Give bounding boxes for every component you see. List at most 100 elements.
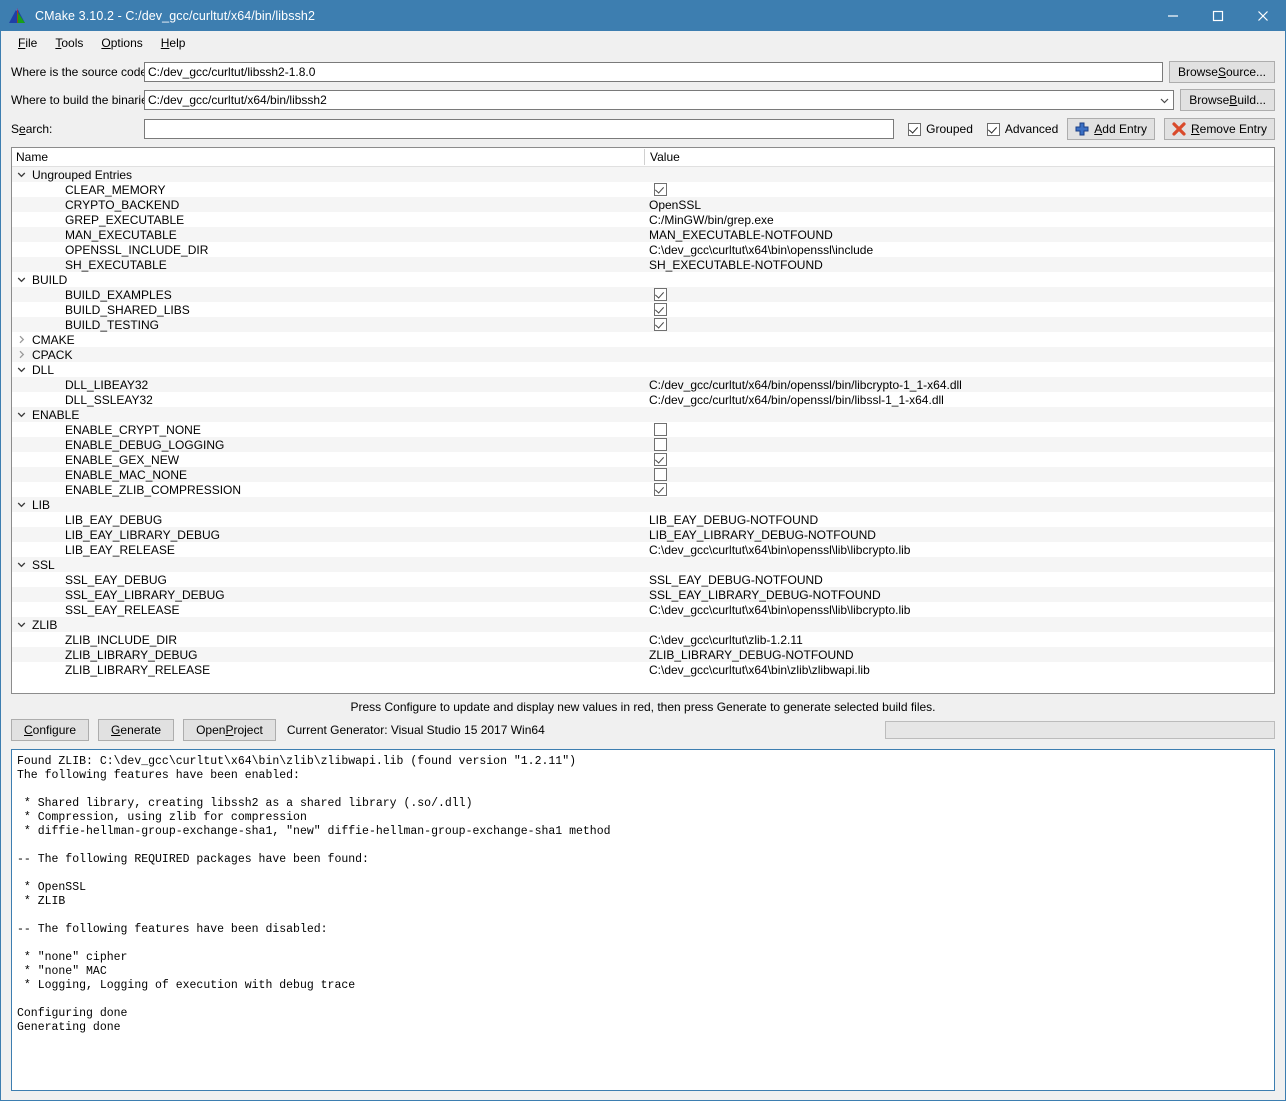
table-group-row[interactable]: ZLIB: [12, 617, 1274, 632]
cell-name[interactable]: ENABLE: [12, 407, 644, 422]
value-checkbox[interactable]: [654, 453, 667, 466]
cell-name[interactable]: Ungrouped Entries: [12, 167, 644, 182]
cell-name[interactable]: SSL: [12, 557, 644, 572]
table-group-row[interactable]: BUILD: [12, 272, 1274, 287]
table-row[interactable]: LIB_EAY_LIBRARY_DEBUG LIB_EAY_LIBRARY_DEB…: [12, 527, 1274, 542]
chevron-down-icon[interactable]: [12, 407, 30, 422]
search-input[interactable]: [144, 119, 895, 139]
cell-name[interactable]: ENABLE_MAC_NONE: [12, 468, 644, 482]
cell-value[interactable]: SH_EXECUTABLE-NOTFOUND: [644, 258, 1274, 272]
table-row[interactable]: LIB_EAY_RELEASE C:\dev_gcc\curltut\x64\bi…: [12, 542, 1274, 557]
cell-name[interactable]: SSL_EAY_LIBRARY_DEBUG: [12, 588, 644, 602]
table-row[interactable]: SH_EXECUTABLE SH_EXECUTABLE-NOTFOUND: [12, 257, 1274, 272]
minimize-icon[interactable]: [1150, 1, 1195, 31]
cell-name[interactable]: ENABLE_GEX_NEW: [12, 453, 644, 467]
column-header-name[interactable]: Name: [12, 150, 644, 164]
cache-table[interactable]: Name Value Ungrouped Entries CLEAR_MEMORY…: [11, 147, 1275, 694]
value-checkbox[interactable]: [654, 288, 667, 301]
table-row[interactable]: ENABLE_MAC_NONE: [12, 467, 1274, 482]
cell-value[interactable]: C:\dev_gcc\curltut\x64\bin\openssl\lib\l…: [644, 543, 1274, 557]
cell-name[interactable]: ZLIB: [12, 617, 644, 632]
cell-value[interactable]: MAN_EXECUTABLE-NOTFOUND: [644, 228, 1274, 242]
cell-name[interactable]: DLL_LIBEAY32: [12, 378, 644, 392]
open-project-button[interactable]: Open Project: [183, 719, 276, 741]
chevron-down-icon[interactable]: [12, 167, 30, 182]
grouped-checkbox-wrap[interactable]: Grouped: [908, 122, 973, 136]
cell-name[interactable]: BUILD_EXAMPLES: [12, 288, 644, 302]
table-row[interactable]: CRYPTO_BACKEND OpenSSL: [12, 197, 1274, 212]
table-row[interactable]: ENABLE_ZLIB_COMPRESSION: [12, 482, 1274, 497]
table-group-row[interactable]: CPACK: [12, 347, 1274, 362]
chevron-down-icon[interactable]: [12, 557, 30, 572]
cell-name[interactable]: CRYPTO_BACKEND: [12, 198, 644, 212]
cell-name[interactable]: MAN_EXECUTABLE: [12, 228, 644, 242]
cell-value[interactable]: C:\dev_gcc\curltut\x64\bin\openssl\inclu…: [644, 243, 1274, 257]
advanced-checkbox-wrap[interactable]: Advanced: [986, 122, 1058, 136]
cell-name[interactable]: ENABLE_ZLIB_COMPRESSION: [12, 483, 644, 497]
cell-value[interactable]: [644, 438, 1274, 451]
value-checkbox[interactable]: [654, 423, 667, 436]
table-row[interactable]: ENABLE_GEX_NEW: [12, 452, 1274, 467]
table-row[interactable]: ZLIB_INCLUDE_DIR C:\dev_gcc\curltut\zlib-…: [12, 632, 1274, 647]
table-group-row[interactable]: LIB: [12, 497, 1274, 512]
cell-value[interactable]: [644, 423, 1274, 436]
cell-value[interactable]: C:\dev_gcc\curltut\zlib-1.2.11: [644, 633, 1274, 647]
cell-value[interactable]: [644, 183, 1274, 196]
cell-name[interactable]: CLEAR_MEMORY: [12, 183, 644, 197]
cell-name[interactable]: DLL_SSLEAY32: [12, 393, 644, 407]
table-row[interactable]: BUILD_EXAMPLES: [12, 287, 1274, 302]
browse-build-button[interactable]: Browse Build...: [1180, 89, 1275, 111]
chevron-down-icon[interactable]: [12, 497, 30, 512]
value-checkbox[interactable]: [654, 468, 667, 481]
maximize-icon[interactable]: [1195, 1, 1240, 31]
table-row[interactable]: OPENSSL_INCLUDE_DIR C:\dev_gcc\curltut\x6…: [12, 242, 1274, 257]
table-row[interactable]: BUILD_TESTING: [12, 317, 1274, 332]
cell-value[interactable]: LIB_EAY_DEBUG-NOTFOUND: [644, 513, 1274, 527]
cell-value[interactable]: [644, 288, 1274, 301]
table-row[interactable]: ZLIB_LIBRARY_DEBUG ZLIB_LIBRARY_DEBUG-NOT…: [12, 647, 1274, 662]
cell-name[interactable]: SSL_EAY_DEBUG: [12, 573, 644, 587]
table-row[interactable]: ZLIB_LIBRARY_RELEASE C:\dev_gcc\curltut\x…: [12, 662, 1274, 677]
table-group-row[interactable]: CMAKE: [12, 332, 1274, 347]
cell-value[interactable]: OpenSSL: [644, 198, 1274, 212]
table-row[interactable]: ENABLE_CRYPT_NONE: [12, 422, 1274, 437]
cell-name[interactable]: BUILD_TESTING: [12, 318, 644, 332]
value-checkbox[interactable]: [654, 438, 667, 451]
cell-value[interactable]: C:\dev_gcc\curltut\x64\bin\openssl\lib\l…: [644, 603, 1274, 617]
cell-name[interactable]: ZLIB_INCLUDE_DIR: [12, 633, 644, 647]
generate-button[interactable]: Generate: [98, 719, 175, 741]
cell-name[interactable]: LIB_EAY_DEBUG: [12, 513, 644, 527]
add-entry-button[interactable]: Add Entry: [1067, 118, 1155, 140]
table-row[interactable]: GREP_EXECUTABLE C:/MinGW/bin/grep.exe: [12, 212, 1274, 227]
cell-value[interactable]: C:/dev_gcc/curltut/x64/bin/openssl/bin/l…: [644, 378, 1274, 392]
chevron-down-icon[interactable]: [12, 272, 30, 287]
build-input[interactable]: C:/dev_gcc/curltut/x64/bin/libssh2: [145, 93, 1155, 107]
table-row[interactable]: DLL_SSLEAY32 C:/dev_gcc/curltut/x64/bin/o…: [12, 392, 1274, 407]
cell-name[interactable]: OPENSSL_INCLUDE_DIR: [12, 243, 644, 257]
menu-options[interactable]: Options: [92, 33, 151, 53]
cell-name[interactable]: BUILD_SHARED_LIBS: [12, 303, 644, 317]
close-icon[interactable]: [1240, 1, 1285, 31]
cell-name[interactable]: ENABLE_CRYPT_NONE: [12, 423, 644, 437]
table-row[interactable]: MAN_EXECUTABLE MAN_EXECUTABLE-NOTFOUND: [12, 227, 1274, 242]
grouped-checkbox[interactable]: [908, 122, 922, 136]
source-input[interactable]: C:/dev_gcc/curltut/libssh2-1.8.0: [144, 62, 1163, 82]
table-row[interactable]: LIB_EAY_DEBUG LIB_EAY_DEBUG-NOTFOUND: [12, 512, 1274, 527]
cell-value[interactable]: SSL_EAY_LIBRARY_DEBUG-NOTFOUND: [644, 588, 1274, 602]
table-group-row[interactable]: DLL: [12, 362, 1274, 377]
table-row[interactable]: SSL_EAY_RELEASE C:\dev_gcc\curltut\x64\bi…: [12, 602, 1274, 617]
chevron-down-icon[interactable]: [12, 362, 30, 377]
value-checkbox[interactable]: [654, 183, 667, 196]
cell-value[interactable]: ZLIB_LIBRARY_DEBUG-NOTFOUND: [644, 648, 1274, 662]
table-row[interactable]: SSL_EAY_LIBRARY_DEBUG SSL_EAY_LIBRARY_DEB…: [12, 587, 1274, 602]
cell-value[interactable]: [644, 483, 1274, 496]
table-row[interactable]: BUILD_SHARED_LIBS: [12, 302, 1274, 317]
cell-name[interactable]: CMAKE: [12, 332, 644, 347]
value-checkbox[interactable]: [654, 318, 667, 331]
cell-value[interactable]: C:/dev_gcc/curltut/x64/bin/openssl/bin/l…: [644, 393, 1274, 407]
cell-value[interactable]: [644, 318, 1274, 331]
build-combo[interactable]: C:/dev_gcc/curltut/x64/bin/libssh2: [144, 90, 1175, 110]
configure-button[interactable]: Configure: [11, 719, 90, 741]
cell-name[interactable]: SH_EXECUTABLE: [12, 258, 644, 272]
output-log[interactable]: Found ZLIB: C:\dev_gcc\curltut\x64\bin\z…: [11, 749, 1275, 1091]
